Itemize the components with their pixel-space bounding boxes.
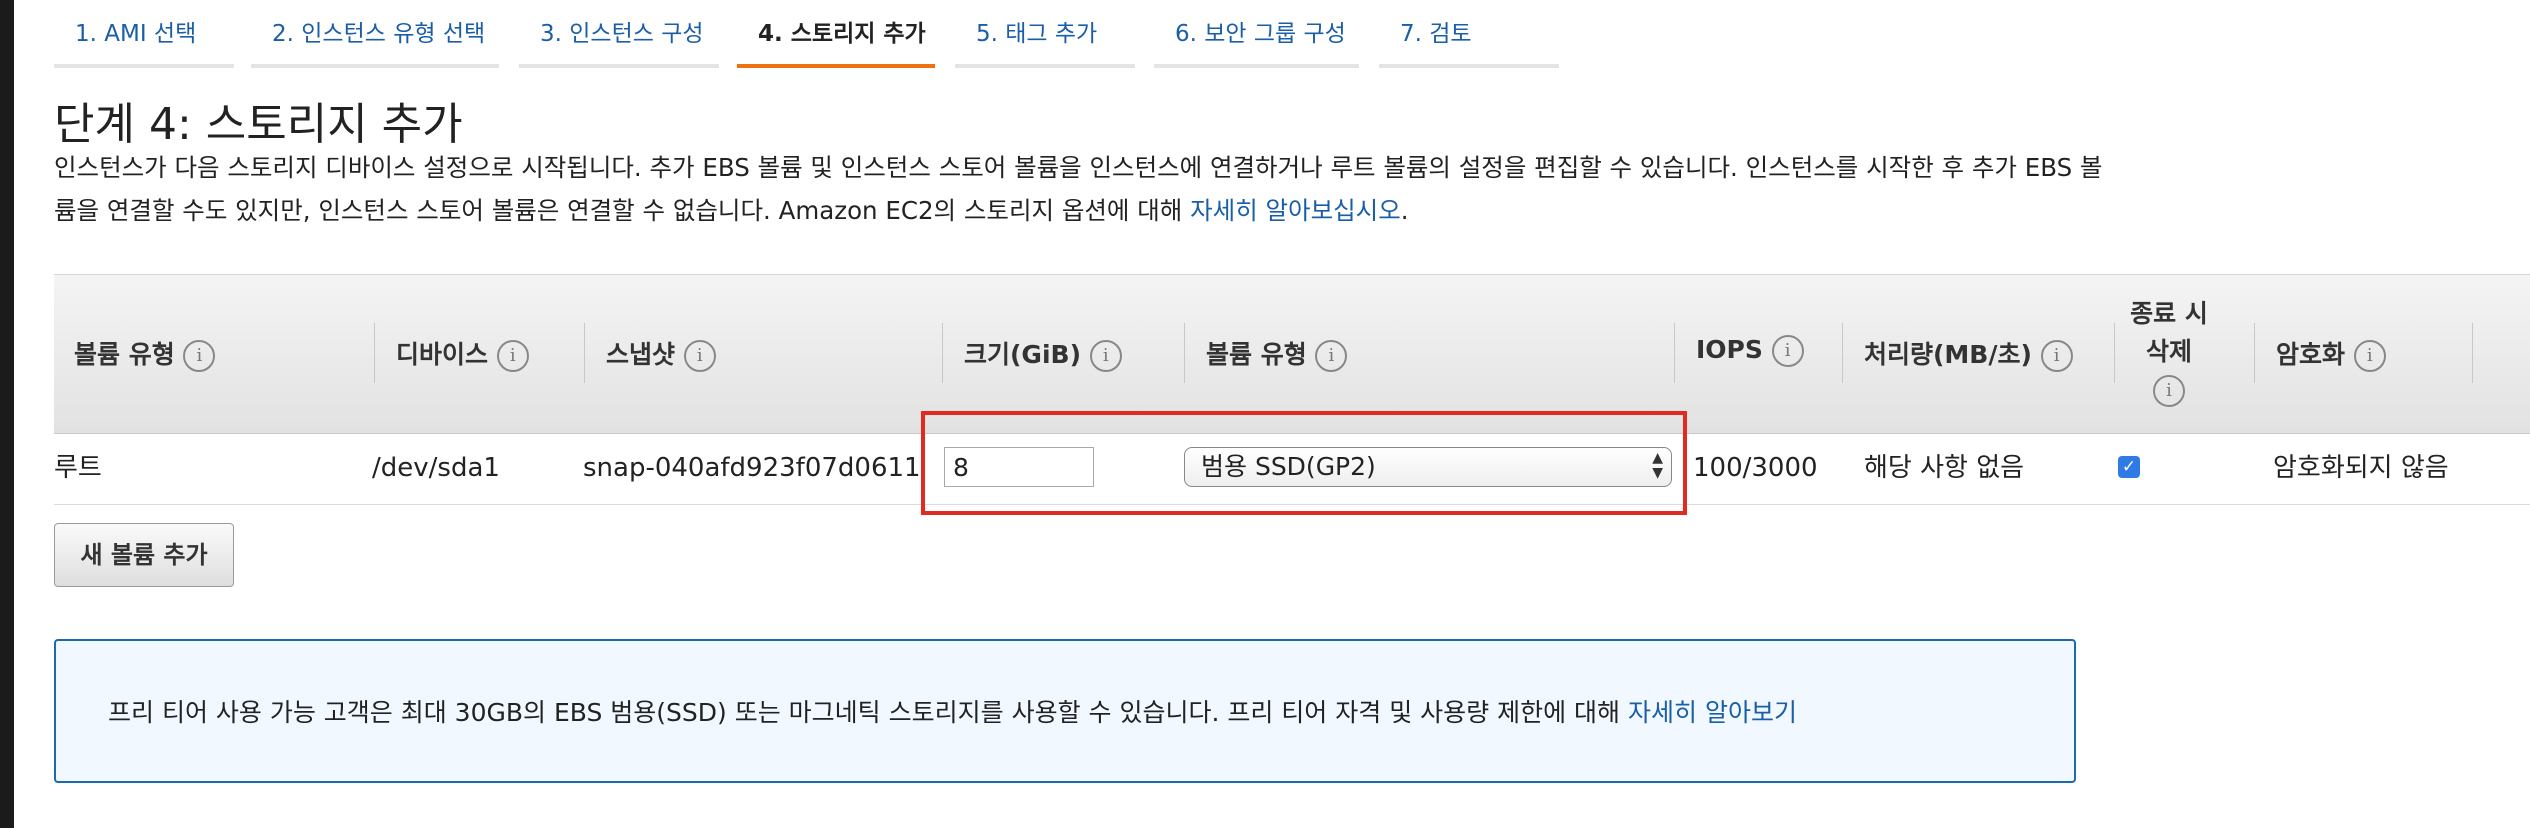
cell-device: /dev/sda1 [372,453,500,483]
free-tier-notice: 프리 티어 사용 가능 고객은 최대 30GB의 EBS 범용(SSD) 또는 … [54,639,2076,783]
wizard-tab-security-group[interactable]: 6. 보안 그룹 구성 [1154,18,1359,68]
cell-snapshot: snap-040afd923f07d0611 [583,453,921,483]
wizard-tab-tags[interactable]: 5. 태그 추가 [955,18,1135,68]
wizard-tab-ami[interactable]: 1. AMI 선택 [54,18,234,68]
cell-volume-kind: 루트 [54,453,102,483]
checkmark-icon: ✓ [2121,457,2137,477]
wizard-tab-label: 2. 인스턴스 유형 선택 [272,21,486,47]
info-icon[interactable]: i [2353,340,2386,372]
wizard-tab-configure[interactable]: 3. 인스턴스 구성 [519,18,719,68]
info-icon[interactable]: i [1771,335,1804,367]
header-device: 디바이스 i [396,335,529,372]
wizard-tab-instance-type[interactable]: 2. 인스턴스 유형 선택 [251,18,499,68]
header-snapshot: 스냅샷 i [606,335,716,372]
info-icon[interactable]: i [683,340,716,372]
select-updown-arrows-icon: ▲ ▼ [1652,450,1663,481]
description-text: 인스턴스가 다음 스토리지 디바이스 설정으로 시작됩니다. 추가 EBS 볼륨… [54,153,2103,225]
wizard-tab-label: 7. 검토 [1400,21,1472,47]
header-delete-on-termination: 종료 시 삭제 i [2114,295,2224,409]
page-description: 인스턴스가 다음 스토리지 디바이스 설정으로 시작됩니다. 추가 EBS 볼륨… [54,146,2124,232]
header-volume-type: 볼륨 유형 i [1206,335,1348,372]
volume-type-select[interactable]: 범용 SSD(GP2) ▲ ▼ [1184,447,1672,487]
cell-encryption: 암호화되지 않음 [2273,453,2449,483]
page-title: 단계 4: 스토리지 추가 [54,99,463,150]
wizard-tab-review[interactable]: 7. 검토 [1379,18,1559,68]
header-size: 크기(GiB) i [964,335,1122,372]
header-iops: IOPS i [1696,335,1804,367]
info-icon[interactable]: i [2153,375,2185,407]
cell-throughput: 해당 사항 없음 [1864,453,2025,483]
description-end: . [1400,196,1409,225]
wizard-tab-label: 5. 태그 추가 [976,21,1098,47]
header-encryption: 암호화 i [2276,335,2386,372]
wizard-tab-label: 4. 스토리지 추가 [758,21,926,47]
add-new-volume-button[interactable]: 새 볼륨 추가 [54,523,234,587]
cell-iops: 100/3000 [1693,453,1818,483]
notice-learn-more-link[interactable]: 자세히 알아보기 [1628,698,1797,727]
info-icon[interactable]: i [496,340,529,372]
header-volume-kind: 볼륨 유형 i [74,335,216,372]
info-icon[interactable]: i [183,340,216,372]
storage-table-header: 볼륨 유형 i 디바이스 i 스냅샷 i 크기(GiB) i 볼륨 유형 i I… [54,274,2530,434]
learn-more-link[interactable]: 자세히 알아보십시오 [1190,196,1401,225]
info-icon[interactable]: i [1089,340,1122,372]
volume-type-value: 범용 SSD(GP2) [1201,452,1376,481]
info-icon[interactable]: i [2040,340,2073,372]
size-input[interactable] [944,447,1094,487]
wizard-tab-label: 3. 인스턴스 구성 [540,21,704,47]
wizard-tab-label: 1. AMI 선택 [75,21,197,47]
window-edge [0,0,14,828]
notice-text: 프리 티어 사용 가능 고객은 최대 30GB의 EBS 범용(SSD) 또는 … [108,698,1797,727]
wizard-tab-label: 6. 보안 그룹 구성 [1175,21,1346,47]
delete-on-termination-checkbox[interactable]: ✓ [2118,456,2140,478]
info-icon[interactable]: i [1315,340,1348,372]
header-throughput: 처리량(MB/초) i [1864,335,2073,372]
wizard-tab-storage[interactable]: 4. 스토리지 추가 [737,18,935,68]
